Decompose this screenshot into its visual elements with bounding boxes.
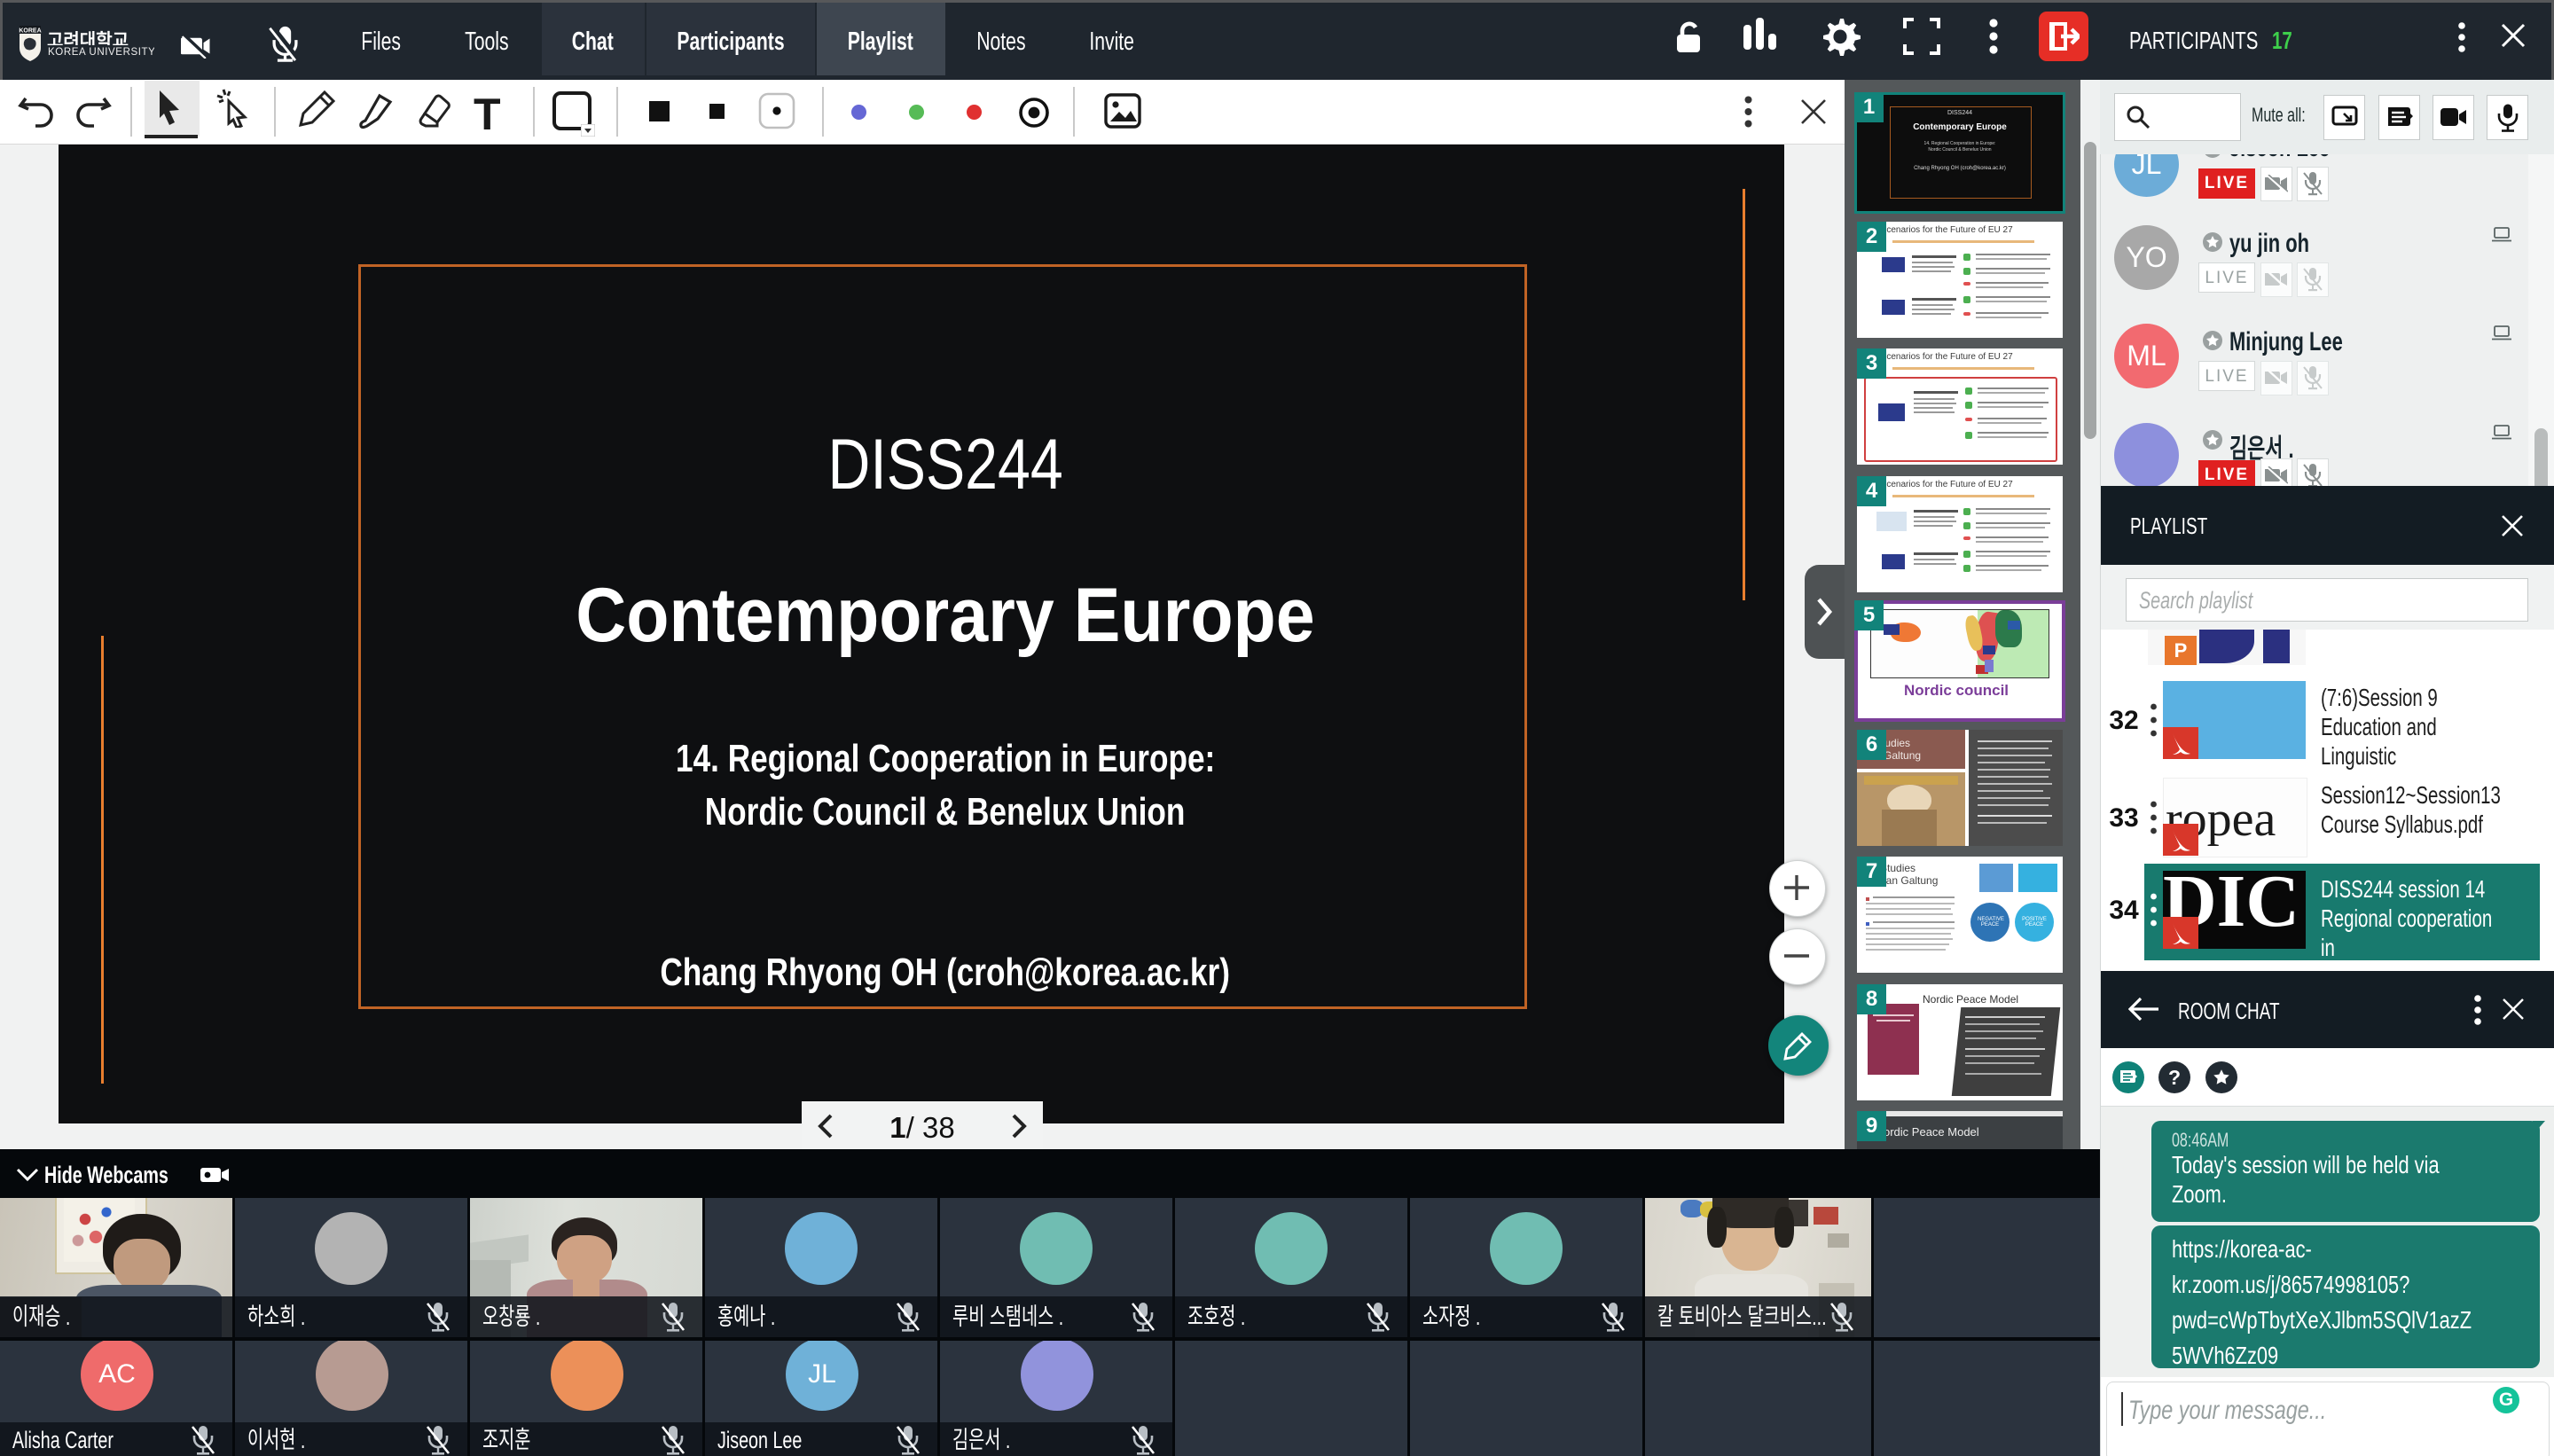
svg-text:KOREA: KOREA	[19, 27, 41, 34]
